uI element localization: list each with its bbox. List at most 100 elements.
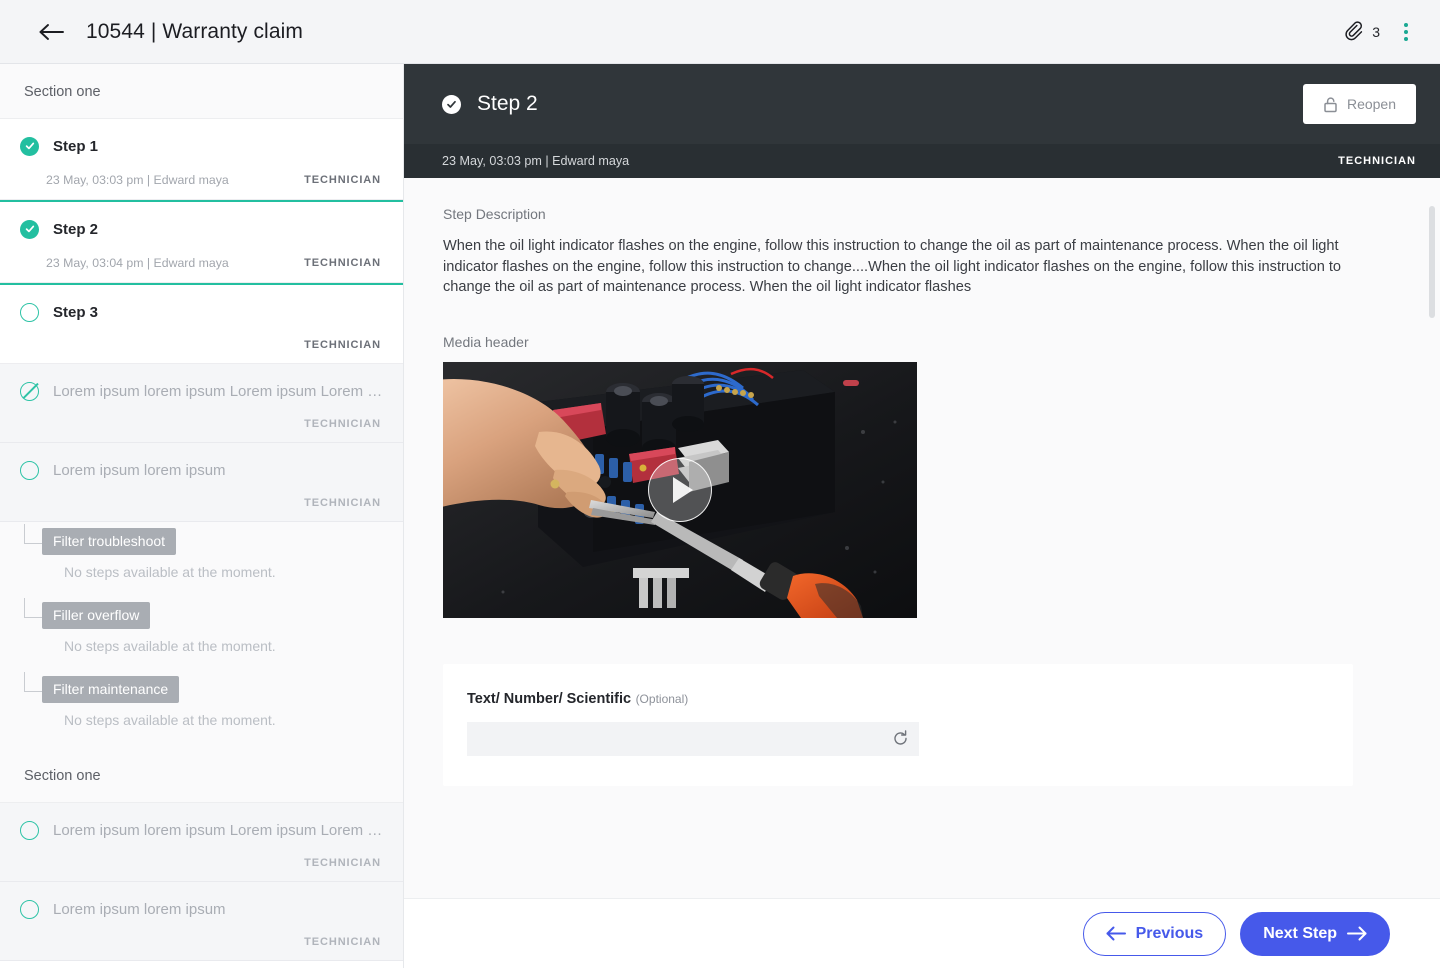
attachment-count: 3: [1372, 23, 1380, 40]
kebab-dot: [1404, 22, 1408, 27]
sidebar-step-main[interactable]: Lorem ipsum lorem ipsum: [0, 443, 403, 497]
step-content: Step Description When the oil light indi…: [404, 178, 1440, 786]
unlock-icon: [1324, 96, 1337, 112]
form-field-label: Text/ Number/ Scientific: [467, 690, 632, 707]
step-detail-panel: Step 2 Reopen 23 May, 03:03 pm | Edward …: [404, 64, 1440, 968]
step-footer-actions: Previous Next Step: [404, 898, 1440, 968]
sidebar-step-meta: 23 May, 03:04 pm | Edward maya TECHNICIAN: [0, 256, 403, 283]
sidebar-step-main[interactable]: Step 1: [0, 119, 403, 173]
kebab-dot: [1404, 29, 1408, 34]
sidebar-step-label: Step 3: [53, 303, 99, 321]
sidebar-step-label: Lorem ipsum lorem ipsum: [53, 461, 226, 479]
step-role-badge: TECHNICIAN: [1338, 155, 1416, 167]
form-field-optional: (Optional): [635, 691, 689, 706]
sidebar-step-label: Lorem ipsum lorem ipsum Lorem ipsum Lore…: [53, 821, 383, 839]
skipped-circle-icon: [20, 381, 39, 401]
sidebar-section-header: Section one: [0, 748, 403, 803]
back-button[interactable]: [34, 15, 68, 49]
sidebar-step-role: TECHNICIAN: [304, 339, 381, 351]
page-title: 10544 | Warranty claim: [86, 19, 303, 43]
sidebar-step-timestamp: 23 May, 03:03 pm | Edward maya: [46, 173, 229, 187]
sidebar-step-row[interactable]: Lorem ipsum lorem ipsum TECHNICIAN: [0, 882, 403, 961]
sidebar-step-row[interactable]: Lorem ipsum lorem ipsum Lorem ipsum Lore…: [0, 803, 403, 882]
empty-circle-icon: [20, 899, 39, 919]
sidebar-step-role: TECHNICIAN: [304, 174, 381, 186]
sidebar-step-role: TECHNICIAN: [304, 497, 381, 509]
sidebar-step-timestamp: 23 May, 03:04 pm | Edward maya: [46, 256, 229, 270]
kebab-dot: [1404, 36, 1408, 41]
sidebar-step-main[interactable]: Lorem ipsum lorem ipsum Lorem ipsum Lore…: [0, 364, 403, 418]
reopen-button[interactable]: Reopen: [1302, 84, 1416, 124]
paperclip-icon: [1345, 21, 1363, 41]
sidebar-filter-tag[interactable]: Filler overflow: [42, 602, 151, 629]
step-content-scroll[interactable]: Step Description When the oil light indi…: [404, 178, 1440, 898]
check-circle-icon: [20, 219, 39, 239]
sidebar-filter-tag[interactable]: Filter troubleshoot: [42, 528, 177, 555]
arrow-right-icon: [1347, 926, 1367, 941]
sidebar-step-row[interactable]: Lorem ipsum lorem ipsum Lorem ipsum Lore…: [0, 364, 403, 443]
next-step-label: Next Step: [1263, 924, 1337, 942]
tree-connector-line: [24, 524, 42, 544]
sidebar-filter-empty-text: No steps available at the moment.: [64, 712, 276, 728]
sidebar-step-meta: TECHNICIAN: [0, 857, 403, 882]
sidebar-filter-row: Filter troubleshoot: [24, 524, 403, 555]
top-bar-actions: 3: [1345, 17, 1416, 47]
sidebar-step-row[interactable]: Lorem ipsum lorem ipsum TECHNICIAN: [0, 443, 403, 522]
top-bar: 10544 | Warranty claim 3: [0, 0, 1440, 64]
sidebar-filter-group: Filter troubleshoot No steps available at…: [0, 522, 403, 748]
sidebar-filter-block: Filter maintenance No steps available at …: [0, 670, 403, 744]
sidebar-step-meta: 23 May, 03:03 pm | Edward maya TECHNICIAN: [0, 173, 403, 200]
previous-button[interactable]: Previous: [1082, 911, 1227, 956]
arrow-left-icon: [1106, 926, 1126, 941]
text-number-scientific-input[interactable]: [479, 721, 892, 756]
empty-circle-icon: [20, 460, 39, 480]
sidebar-step-meta: TECHNICIAN: [0, 418, 403, 443]
kebab-menu-icon[interactable]: [1396, 17, 1416, 47]
form-field-header: Text/ Number/ Scientific (Optional): [467, 690, 1329, 708]
sidebar-step-row[interactable]: Step 1 23 May, 03:03 pm | Edward maya TECH…: [0, 119, 403, 200]
step-timestamp: 23 May, 03:03 pm | Edward maya: [442, 154, 630, 168]
sidebar-filter-row: Filter maintenance: [24, 672, 403, 703]
step-description-label: Step Description: [443, 206, 546, 222]
previous-label: Previous: [1135, 924, 1204, 942]
sidebar-filter-tag[interactable]: Filter maintenance: [42, 676, 180, 703]
sidebar-step-main[interactable]: Lorem ipsum lorem ipsum Lorem ipsum Lore…: [0, 803, 403, 857]
tree-connector-line: [24, 598, 42, 618]
play-button-icon[interactable]: [648, 457, 712, 522]
reopen-label: Reopen: [1346, 96, 1396, 112]
step-form-card: Text/ Number/ Scientific (Optional): [443, 663, 1353, 786]
content-scrollbar-thumb[interactable]: [1429, 206, 1435, 318]
sidebar-step-row[interactable]: Step 2 23 May, 03:04 pm | Edward maya TECH…: [0, 200, 403, 285]
next-step-button[interactable]: Next Step: [1240, 911, 1390, 956]
check-circle-icon: [442, 94, 461, 114]
tree-connector-line: [24, 672, 42, 692]
sidebar-step-main[interactable]: Step 2: [0, 202, 403, 256]
arrow-left-icon: [39, 23, 64, 40]
step-detail-title: Step 2: [477, 92, 538, 115]
steps-sidebar[interactable]: Section one Step 1 23 May, 03:03 pm | Edwa…: [0, 64, 404, 968]
sidebar-step-main[interactable]: Step 3: [0, 285, 403, 339]
sidebar-step-role: TECHNICIAN: [304, 857, 381, 869]
refresh-icon[interactable]: [892, 730, 909, 747]
attachments-button[interactable]: 3: [1345, 21, 1380, 42]
steps-sidebar-list: Section one Step 1 23 May, 03:03 pm | Edwa…: [0, 64, 403, 968]
sidebar-step-label: Step 1: [53, 137, 99, 155]
sidebar-step-role: TECHNICIAN: [304, 936, 381, 948]
sidebar-step-main[interactable]: Lorem ipsum lorem ipsum: [0, 882, 403, 936]
sidebar-step-label: Lorem ipsum lorem ipsum Lorem ipsum Lore…: [53, 382, 383, 400]
step-detail-subheader: 23 May, 03:03 pm | Edward maya TECHNICIA…: [404, 144, 1440, 178]
sidebar-filter-row: Filler overflow: [24, 598, 403, 629]
sidebar-step-label: Lorem ipsum lorem ipsum: [53, 900, 226, 918]
empty-circle-icon: [20, 820, 39, 840]
media-video-thumbnail[interactable]: [443, 361, 917, 618]
sidebar-step-meta: TECHNICIAN: [0, 339, 403, 364]
body-split: Section one Step 1 23 May, 03:03 pm | Edwa…: [0, 64, 1440, 968]
sidebar-step-meta: TECHNICIAN: [0, 497, 403, 522]
text-number-scientific-input-wrap[interactable]: [467, 721, 919, 756]
sidebar-filter-block: Filter troubleshoot No steps available at…: [0, 522, 403, 596]
app-root: 10544 | Warranty claim 3 Section one Step…: [0, 0, 1440, 968]
sidebar-step-role: TECHNICIAN: [304, 257, 381, 269]
sidebar-filter-empty-text: No steps available at the moment.: [64, 564, 276, 580]
sidebar-step-row[interactable]: Step 3 TECHNICIAN: [0, 285, 403, 364]
step-description-text: When the oil light indicator flashes on …: [443, 238, 1342, 295]
